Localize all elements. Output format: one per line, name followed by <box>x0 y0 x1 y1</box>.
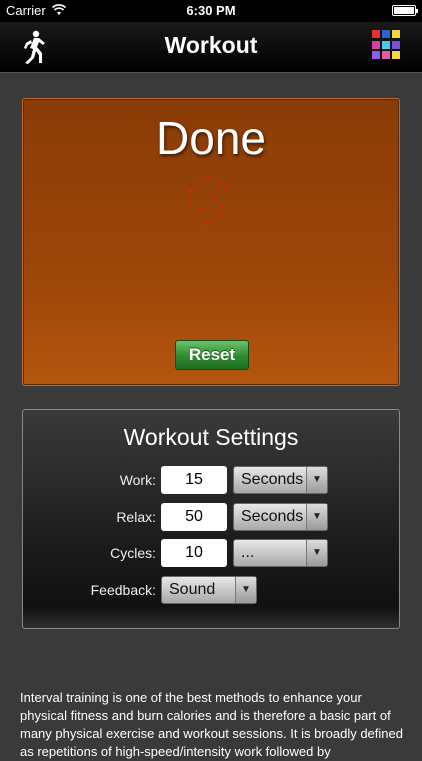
cycles-unit-select[interactable]: ... ▼ <box>233 539 328 567</box>
relax-label: Relax: <box>116 509 156 525</box>
status-bar: Carrier 6:30 PM <box>0 0 422 22</box>
grid-tile <box>372 40 380 49</box>
cycles-unit-value: ... <box>241 544 255 561</box>
chevron-down-icon: ▼ <box>306 504 327 530</box>
grid-tile <box>382 30 390 38</box>
grid-tile <box>382 51 390 60</box>
color-grid-icon[interactable] <box>372 30 402 60</box>
chevron-down-icon: ▼ <box>306 540 327 566</box>
timer-panel: Done Reset <box>22 98 400 386</box>
work-unit-value: Seconds <box>241 471 304 488</box>
feedback-value: Sound <box>169 581 216 598</box>
chevron-down-icon: ▼ <box>306 467 327 493</box>
work-label: Work: <box>119 472 156 488</box>
chevron-down-icon: ▼ <box>235 577 256 603</box>
grid-tile <box>372 51 380 60</box>
grid-tile <box>372 30 380 38</box>
timer-status: Done <box>156 112 266 164</box>
cycles-input[interactable]: 10 <box>161 539 227 567</box>
clock-time: 6:30 PM <box>186 3 236 18</box>
grid-tile <box>382 40 390 49</box>
workout-settings-panel: Workout Settings Work: 15 Seconds ▼ Rela… <box>22 409 400 629</box>
relax-unit-select[interactable]: Seconds ▼ <box>233 503 328 531</box>
page-title: Workout <box>164 32 258 58</box>
battery-icon <box>392 5 418 16</box>
activity-spinner-icon <box>188 175 227 225</box>
cycles-label: Cycles: <box>110 545 156 561</box>
relax-input[interactable]: 50 <box>161 503 227 531</box>
feedback-label: Feedback: <box>90 582 156 598</box>
grid-tile <box>392 40 400 49</box>
feedback-select[interactable]: Sound ▼ <box>161 576 257 604</box>
relax-unit-value: Seconds <box>241 508 304 525</box>
settings-title: Workout Settings <box>123 424 299 450</box>
description-text: Interval training is one of the best met… <box>20 690 403 759</box>
grid-tile <box>392 51 400 60</box>
work-input[interactable]: 15 <box>161 466 227 494</box>
work-unit-select[interactable]: Seconds ▼ <box>233 466 328 494</box>
grid-tile <box>392 30 400 38</box>
reset-button[interactable]: Reset <box>175 340 249 370</box>
nav-bar: Workout <box>0 22 422 73</box>
